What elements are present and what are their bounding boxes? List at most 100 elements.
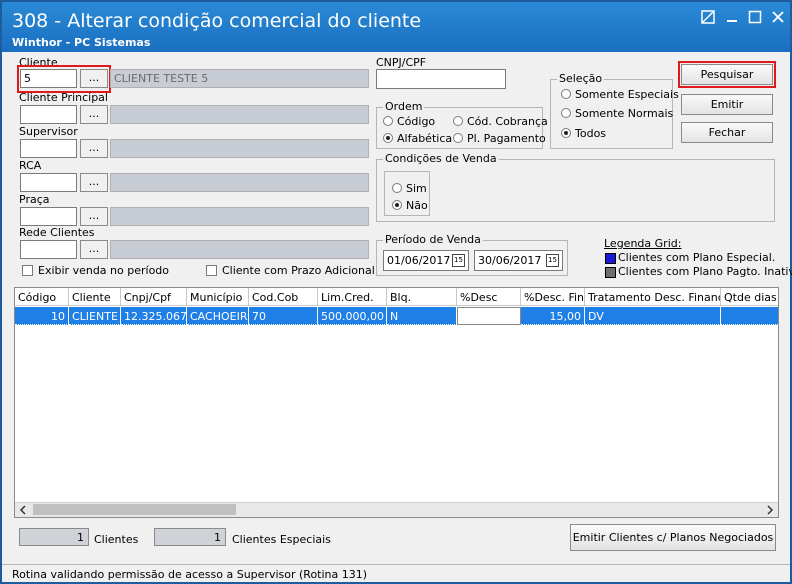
condicoes-nao-radio[interactable] bbox=[392, 200, 402, 210]
legenda-inativo-label: Clientes com Plano Pagto. Inativo. bbox=[618, 265, 792, 278]
close-icon[interactable] bbox=[769, 10, 787, 28]
selecao-especiais-radio[interactable] bbox=[561, 89, 571, 99]
status-bar: Rotina validando permissão de acesso a S… bbox=[2, 564, 790, 582]
rede-clientes-label: Rede Clientes bbox=[19, 226, 95, 239]
grid-cell-limcred: 500.000,00 bbox=[318, 307, 387, 325]
grid-cell-qtdedias bbox=[721, 307, 778, 325]
grid-cell-descfin: 15,00 bbox=[521, 307, 585, 325]
cliente-highlight bbox=[17, 65, 111, 93]
legenda-inativo-swatch bbox=[605, 267, 616, 278]
grid-cell-municipio: CACHOEIRI bbox=[187, 307, 249, 325]
clientes-grid[interactable]: Código Cliente Cnpj/Cpf Município Cod.Co… bbox=[14, 287, 779, 518]
rede-clientes-browse-button[interactable]: ... bbox=[80, 240, 108, 259]
periodo-title: Período de Venda bbox=[383, 233, 483, 246]
ordem-title: Ordem bbox=[383, 100, 425, 113]
ordem-pl-pagamento-label: Pl. Pagamento bbox=[467, 132, 546, 145]
window-subtitle: Winthor - PC Sistemas bbox=[12, 36, 151, 49]
ordem-cod-cobranca-radio[interactable] bbox=[453, 116, 463, 126]
legenda-especial-label: Clientes com Plano Especial. bbox=[618, 251, 776, 264]
supervisor-name-field bbox=[110, 139, 369, 158]
ordem-alfabetica-radio[interactable] bbox=[383, 133, 393, 143]
legenda-especial-swatch bbox=[605, 253, 616, 264]
grid-header-codcob[interactable]: Cod.Cob bbox=[249, 288, 318, 306]
grid-header-qtdedias[interactable]: Qtde dias % bbox=[721, 288, 778, 306]
window-title: 308 - Alterar condição comercial do clie… bbox=[12, 10, 422, 32]
selecao-title: Seleção bbox=[557, 72, 605, 85]
grid-cell-blq: N bbox=[387, 307, 457, 325]
cliente-name-field: CLIENTE TESTE 5 bbox=[110, 69, 369, 88]
supervisor-label: Supervisor bbox=[19, 125, 78, 138]
condicoes-title: Condições de Venda bbox=[383, 152, 499, 165]
praca-name-field bbox=[110, 207, 369, 226]
praca-input[interactable] bbox=[20, 207, 77, 226]
fechar-button[interactable]: Fechar bbox=[681, 122, 773, 143]
pesquisar-button[interactable]: Pesquisar bbox=[681, 64, 773, 85]
grid-header-limcred[interactable]: Lim.Cred. bbox=[318, 288, 387, 306]
ordem-pl-pagamento-radio[interactable] bbox=[453, 133, 463, 143]
emitir-planos-button[interactable]: Emitir Clientes c/ Planos Negociados bbox=[570, 524, 776, 551]
clientes-especiais-label: Clientes Especiais bbox=[232, 533, 331, 546]
cnpj-input[interactable] bbox=[376, 69, 506, 89]
grid-cell-codigo: 10 bbox=[15, 307, 69, 325]
app-window: 308 - Alterar condição comercial do clie… bbox=[0, 0, 792, 584]
clientes-count: 1 bbox=[19, 528, 89, 546]
selecao-todos-radio[interactable] bbox=[561, 128, 571, 138]
prazo-adicional-checkbox[interactable] bbox=[206, 265, 217, 276]
condicoes-nao-label: Não bbox=[406, 199, 428, 212]
emitir-button[interactable]: Emitir bbox=[681, 94, 773, 115]
periodo-start-value: 01/06/2017 bbox=[387, 254, 451, 267]
grid-header-municipio[interactable]: Município bbox=[187, 288, 249, 306]
selecao-todos-label: Todos bbox=[575, 127, 607, 140]
rca-browse-button[interactable]: ... bbox=[80, 173, 108, 192]
grid-cell-cnpj: 12.325.067/0 bbox=[121, 307, 187, 325]
grid-header-cliente[interactable]: Cliente bbox=[69, 288, 121, 306]
grid-cell-desc-editor[interactable] bbox=[457, 307, 521, 325]
grid-header-descfin[interactable]: %Desc. Fin. bbox=[521, 288, 585, 306]
ordem-alfabetica-label: Alfabética bbox=[397, 132, 453, 145]
prazo-adicional-label: Cliente com Prazo Adicional bbox=[222, 264, 375, 277]
praca-browse-button[interactable]: ... bbox=[80, 207, 108, 226]
grid-scroll-thumb[interactable] bbox=[33, 504, 236, 515]
clientes-count-label: Clientes bbox=[94, 533, 139, 546]
rca-input[interactable] bbox=[20, 173, 77, 192]
cnpj-label: CNPJ/CPF bbox=[376, 56, 427, 69]
exibir-venda-checkbox[interactable] bbox=[22, 265, 33, 276]
calendar-icon[interactable]: 15 bbox=[546, 254, 559, 267]
periodo-end-value: 30/06/2017 bbox=[478, 254, 542, 267]
clientes-especiais-count: 1 bbox=[154, 528, 226, 546]
grid-header-blq[interactable]: Blq. bbox=[387, 288, 457, 306]
grid-cell-tratamento: DV bbox=[585, 307, 721, 325]
rca-label: RCA bbox=[19, 159, 42, 172]
restore-icon[interactable] bbox=[699, 10, 717, 28]
grid-header-cnpj[interactable]: Cnpj/Cpf bbox=[121, 288, 187, 306]
scroll-right-icon[interactable] bbox=[765, 505, 775, 515]
cliente-principal-label: Cliente Principal bbox=[19, 91, 108, 104]
cliente-principal-browse-button[interactable]: ... bbox=[80, 105, 108, 124]
condicoes-group: Condições de Venda bbox=[376, 152, 775, 222]
maximize-icon[interactable] bbox=[746, 10, 764, 28]
selecao-especiais-label: Somente Especiais bbox=[575, 88, 679, 101]
condicoes-sim-label: Sim bbox=[406, 182, 427, 195]
calendar-icon[interactable]: 15 bbox=[452, 254, 465, 267]
supervisor-input[interactable] bbox=[20, 139, 77, 158]
rede-clientes-name-field bbox=[110, 240, 369, 259]
grid-cell-codcob: 70 bbox=[249, 307, 318, 325]
grid-header-tratamento[interactable]: Tratamento Desc. Financeir bbox=[585, 288, 721, 306]
legenda-title: Legenda Grid: bbox=[604, 237, 682, 250]
praca-label: Praça bbox=[19, 193, 50, 206]
grid-header-desc[interactable]: %Desc bbox=[457, 288, 521, 306]
scroll-left-icon[interactable] bbox=[18, 505, 28, 515]
supervisor-browse-button[interactable]: ... bbox=[80, 139, 108, 158]
cliente-principal-name-field bbox=[110, 105, 369, 124]
exibir-venda-label: Exibir venda no período bbox=[38, 264, 170, 277]
cliente-principal-input[interactable] bbox=[20, 105, 77, 124]
minimize-icon[interactable] bbox=[723, 10, 741, 28]
grid-header-codigo[interactable]: Código bbox=[15, 288, 69, 306]
selecao-normais-radio[interactable] bbox=[561, 108, 571, 118]
title-bar: 308 - Alterar condição comercial do clie… bbox=[2, 2, 790, 52]
condicoes-sim-radio[interactable] bbox=[392, 183, 402, 193]
ordem-codigo-radio[interactable] bbox=[383, 116, 393, 126]
grid-cell-cliente: CLIENTE TESTE 5 bbox=[69, 307, 121, 325]
ordem-codigo-label: Código bbox=[397, 115, 436, 128]
rede-clientes-input[interactable] bbox=[20, 240, 77, 259]
